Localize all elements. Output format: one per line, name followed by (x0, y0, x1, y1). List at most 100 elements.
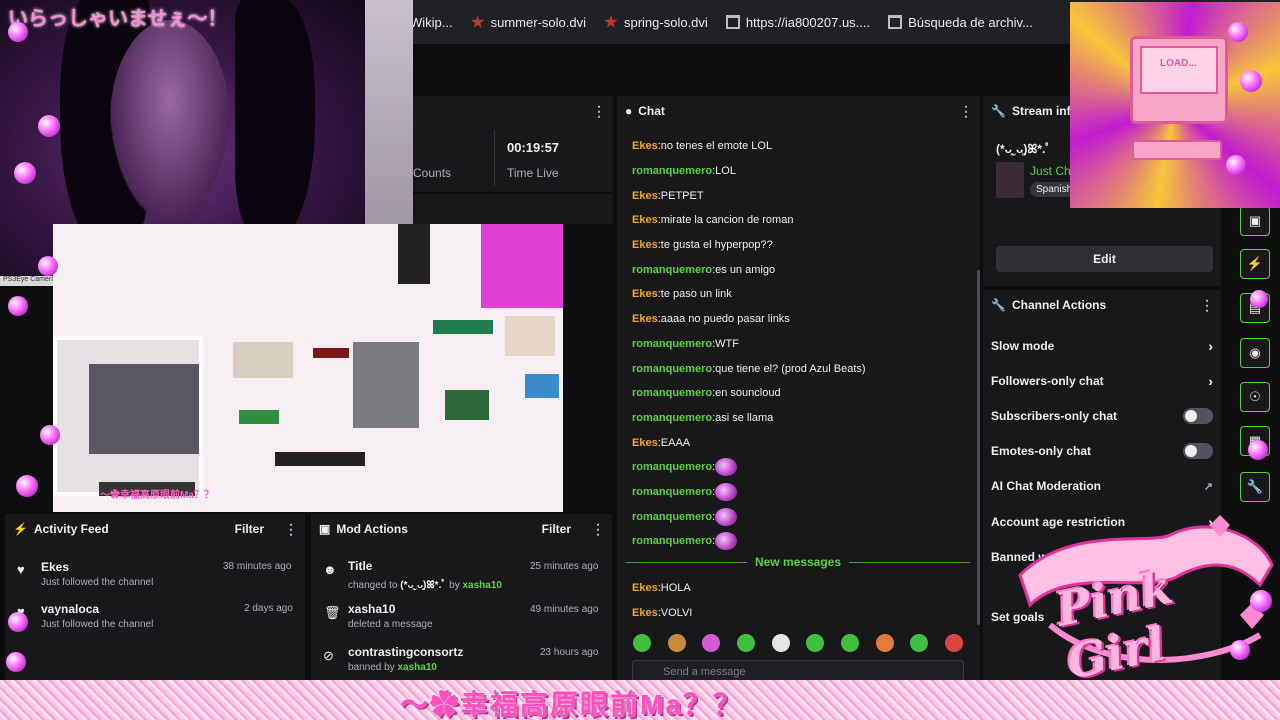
chat-username[interactable]: romanquemero (632, 485, 712, 499)
rail-camera-button[interactable]: ▣ (1240, 206, 1270, 236)
chat-message[interactable]: romanquemero: (632, 455, 972, 480)
chat-username[interactable]: Ekes (632, 287, 658, 301)
chat-username[interactable]: romanquemero (632, 362, 712, 376)
chat-username[interactable]: romanquemero (632, 164, 712, 178)
bubble-decoration (8, 296, 28, 316)
chat-message[interactable]: Ekes: EAAA (632, 430, 972, 455)
chat-username[interactable]: Ekes (632, 312, 658, 326)
chat-message-text: mirate la cancion de roman (660, 214, 794, 227)
emotes-only-toggle[interactable] (1183, 443, 1213, 459)
activity-item[interactable]: vaynaloca Just followed the channel (41, 602, 153, 630)
stream-category[interactable]: Just Ch (1030, 164, 1071, 178)
chat-message[interactable]: romanquemero: asi se llama (632, 406, 972, 431)
chat-username[interactable]: Ekes (632, 581, 658, 595)
bookmark-archive-url[interactable]: https://ia800207.us.... (725, 15, 870, 30)
chat-message-text: asi se llama (715, 411, 774, 424)
emote-icon[interactable] (806, 634, 825, 652)
bookmark-spring-solo[interactable]: spring-solo.dvi (604, 15, 708, 30)
chat-message[interactable]: romanquemero: (632, 504, 972, 529)
chat-message[interactable]: Ekes: te paso un link (632, 282, 972, 307)
rail-wrench-button[interactable]: 🔧 (1240, 472, 1270, 502)
chat-message[interactable]: Ekes: te gusta el hyperpop?? (632, 233, 972, 258)
chat-username[interactable]: Ekes (632, 238, 658, 252)
mod-filter-button[interactable]: Filter (542, 522, 571, 536)
mod-action-item[interactable]: contrastingconsortz banned by xasha10 (348, 645, 463, 673)
chat-username[interactable]: Ekes (632, 139, 658, 153)
chat-message[interactable]: romanquemero: WTF (632, 332, 972, 357)
emote-icon[interactable] (771, 634, 790, 652)
chat-bubble-icon: ● (625, 104, 633, 118)
rail-chat-button[interactable]: ◉ (1240, 338, 1270, 368)
bookmark-summer-solo[interactable]: summer-solo.dvi (470, 15, 586, 30)
dvi-file-icon (604, 15, 618, 28)
action-slow-mode[interactable]: Slow mode › (991, 336, 1213, 356)
mod-actions-panel: ▣ Mod Actions Filter ⋮ ☻ Title changed t… (311, 514, 612, 680)
dvi-file-icon (470, 15, 485, 28)
chat-scrollbar[interactable] (977, 270, 980, 625)
chat-username[interactable]: romanquemero (632, 386, 712, 400)
chat-username[interactable]: romanquemero (632, 510, 712, 524)
chat-username[interactable]: Ekes (632, 606, 658, 620)
more-options-icon[interactable]: ⋮ (959, 103, 973, 120)
chat-username[interactable]: Ekes (632, 213, 658, 227)
emote-icon[interactable] (702, 634, 721, 652)
mod-action-item[interactable]: xasha10 deleted a message (348, 602, 433, 630)
mod-action-time: 23 hours ago (540, 647, 599, 658)
activity-item[interactable]: Ekes Just followed the channel (41, 560, 153, 588)
webcam-greeting-text: いらっしゃいませぇ～！ (8, 8, 228, 30)
emote-icon[interactable] (944, 634, 963, 652)
chat-title: Chat (638, 104, 665, 118)
subscribers-only-toggle[interactable] (1183, 408, 1213, 424)
chat-message[interactable]: Ekes: no tenes el emote LOL (632, 134, 972, 159)
more-options-icon[interactable]: ⋮ (1200, 297, 1214, 314)
emote-icon[interactable] (875, 634, 894, 652)
chat-message[interactable]: romanquemero: que tiene el? (prod Azul B… (632, 356, 972, 381)
chat-username[interactable]: Ekes (632, 436, 658, 450)
more-options-icon[interactable]: ⋮ (592, 103, 606, 120)
chat-message-text: HOLA (660, 582, 691, 595)
emote-icon[interactable] (667, 634, 686, 652)
emote-icon[interactable] (633, 634, 651, 652)
chat-username[interactable]: romanquemero (632, 460, 712, 474)
chat-message[interactable]: romanquemero: es un amigo (632, 257, 972, 282)
chat-username[interactable]: romanquemero (632, 534, 712, 548)
more-options-icon[interactable]: ⋮ (591, 521, 605, 538)
chat-message-text: es un amigo (715, 263, 776, 276)
chat-message[interactable]: Ekes: mirate la cancion de roman (632, 208, 972, 233)
chat-message[interactable]: Ekes: HOLA (632, 576, 962, 601)
chat-username[interactable]: Ekes (632, 189, 658, 203)
emote-icon[interactable] (840, 634, 859, 652)
emote-icon[interactable] (715, 532, 738, 551)
chat-username[interactable]: romanquemero (632, 411, 712, 425)
rail-broadcast-button[interactable]: ☉ (1240, 382, 1270, 412)
action-ai-chat-moderation[interactable]: AI Chat Moderation ↗ (991, 476, 1213, 496)
bookmark-archive-search[interactable]: Búsqueda de archiv... (888, 15, 1033, 30)
edit-stream-info-button[interactable]: Edit (996, 246, 1213, 272)
chat-message[interactable]: romanquemero: LOL (632, 159, 972, 184)
chat-message[interactable]: romanquemero: (632, 480, 972, 505)
chat-message[interactable]: romanquemero: en souncloud (632, 381, 972, 406)
activity-time: 2 days ago (244, 603, 293, 614)
emote-icon[interactable] (715, 507, 738, 526)
chat-message[interactable]: Ekes: aaaa no puedo pasar links (632, 307, 972, 332)
chat-message[interactable]: Ekes: VOLVI (632, 601, 962, 626)
emote-icon[interactable] (715, 482, 738, 501)
rail-lightning-button[interactable]: ⚡ (1240, 249, 1270, 279)
emote-icon[interactable] (715, 458, 738, 477)
chat-message[interactable]: romanquemero: (632, 529, 972, 554)
emote-icon[interactable] (910, 634, 929, 652)
camera-icon: ▣ (1248, 213, 1262, 228)
emote-icon[interactable] (736, 634, 755, 652)
stream-title: (*ᴗ͈ˬᴗ͈)ꕤ*.ﾟ (996, 142, 1052, 156)
heart-icon: ♥ (17, 562, 25, 577)
chat-username[interactable]: romanquemero (632, 337, 712, 351)
action-followers-only-chat[interactable]: Followers-only chat › (991, 371, 1213, 391)
chat-username[interactable]: romanquemero (632, 263, 712, 277)
mod-action-item[interactable]: Title changed to (*ᴗ͈ˬᴗ͈)ꕤ*.ﾟ by xasha10 (348, 559, 502, 591)
chat-message[interactable]: Ekes: PETPET (632, 183, 972, 208)
new-messages-divider[interactable]: New messages (626, 554, 970, 570)
activity-filter-button[interactable]: Filter (235, 522, 264, 536)
bookmark-wikipedia[interactable]: Wikip... (410, 15, 453, 30)
chat-message-input[interactable]: Send a message (632, 660, 964, 682)
more-options-icon[interactable]: ⋮ (284, 521, 298, 538)
